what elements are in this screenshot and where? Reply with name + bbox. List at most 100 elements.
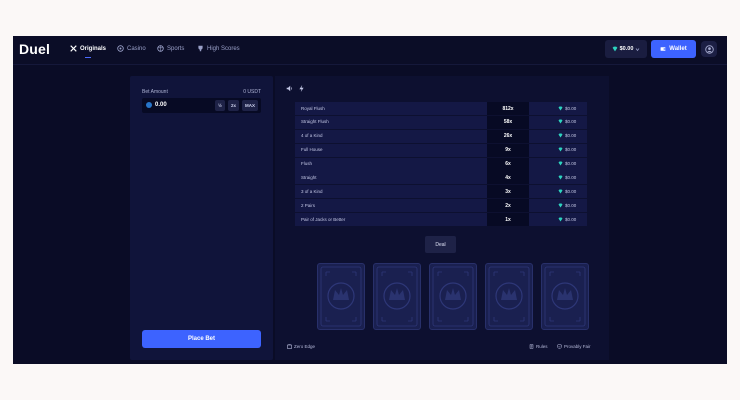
payout-value: $0.00 [565,119,577,125]
logo[interactable]: Duel [19,41,50,57]
hand-multiplier: 2x [487,199,529,213]
hand-name: 2 Pairs [301,202,316,208]
card-back-crown-icon [488,266,530,327]
bet-amount-input[interactable]: 0.00 ½ 2x MAX [142,98,261,113]
gem-icon [558,175,563,180]
balance-selector[interactable]: $0.00 [605,40,647,58]
user-icon [704,44,714,54]
nav-originals-label: Originals [80,45,107,52]
nav-casino[interactable]: Casino [117,45,146,52]
gem-icon [558,106,563,110]
hand-multiplier: 1x [487,213,529,227]
playing-card[interactable] [429,263,477,330]
balance-value: $0.00 [619,46,634,52]
payout-value: $0.00 [565,161,577,167]
bet-amount-label: Bet Amount [142,89,168,95]
card-back-crown-icon [432,266,474,327]
paytable-row: 4 of a Kind 26x $0.00 [295,129,587,143]
rules-label: Rules [536,344,548,349]
hand-multiplier: 6x [487,157,529,171]
hand-multiplier: 3x [487,185,529,199]
paytable-row: 2 Pairs 2x $0.00 [295,199,587,213]
hand-payout: $0.00 [558,161,576,166]
wallet-button[interactable]: Wallet [651,40,696,58]
deal-button[interactable]: Deal [425,236,456,253]
wallet-icon [660,47,666,51]
hand-multiplier: 812x [487,102,529,115]
hand-payout: $0.00 [558,189,576,194]
gem-icon [558,189,563,194]
payout-value: $0.00 [565,216,577,222]
app-window: Duel Originals Casino Sports High Scores… [13,36,727,364]
hand-multiplier: 26x [487,129,529,143]
hand-name: Full House [301,147,323,153]
hand-payout: $0.00 [558,106,576,111]
bet-amount-value: 0.00 [155,101,167,108]
gem-icon [558,147,563,152]
max-bet-button[interactable]: MAX [242,100,258,111]
sound-icon[interactable] [286,85,293,92]
paytable-row: Straight Flush 58x $0.00 [295,115,587,129]
card-back-crown-icon [376,266,418,327]
nav-originals[interactable]: Originals [70,45,106,52]
payout-value: $0.00 [565,202,577,208]
nav-casino-label: Casino [127,45,146,52]
payout-value: $0.00 [565,133,577,139]
hand-multiplier: 58x [487,115,529,129]
hand-payout: $0.00 [558,133,576,138]
payout-value: $0.00 [565,188,577,194]
gem-icon [558,161,563,166]
hand-name: 4 of a Kind [301,133,323,139]
paytable: Royal Flush 812x $0.00 Straight Flush 58x $0… [295,102,587,227]
nav-high-scores[interactable]: High Scores [197,45,240,52]
double-bet-button[interactable]: 2x [228,100,239,111]
bet-panel: Bet Amount 0 USDT 0.00 ½ 2x MAX Place Be… [130,76,273,360]
lightning-icon[interactable] [298,85,305,92]
hand-payout: $0.00 [558,175,576,180]
card-back-crown-icon [544,266,586,327]
hand-payout: $0.00 [558,147,576,152]
hand-name: Royal Flush [301,105,325,111]
nav-sports[interactable]: Sports [157,45,184,52]
playing-card[interactable] [485,263,533,330]
user-avatar[interactable] [701,41,717,57]
payout-value: $0.00 [565,105,577,111]
paytable-row: Straight 4x $0.00 [295,171,587,185]
provably-fair-link[interactable]: Provably Fair [557,344,591,349]
playing-card[interactable] [373,263,421,330]
provably-fair-label: Provably Fair [564,344,591,349]
bet-currency-value: 0 USDT [243,89,261,95]
ball-icon [157,45,164,52]
zero-edge-link[interactable]: Zero Edge [287,344,315,349]
cross-swords-icon [70,45,77,52]
game-panel: Royal Flush 812x $0.00 Straight Flush 58x $0… [275,76,609,360]
payout-value: $0.00 [565,147,577,153]
gem-icon [558,217,563,222]
hand-payout: $0.00 [558,203,576,208]
half-bet-button[interactable]: ½ [215,100,225,111]
card-back-crown-icon [320,266,362,327]
paytable-row: 3 of a Kind 3x $0.00 [295,185,587,199]
hand-name: Flush [301,161,313,167]
nav-high-scores-label: High Scores [207,45,240,52]
paytable-row: Full House 9x $0.00 [295,143,587,157]
hand-name: 3 of a Kind [301,188,323,194]
paytable-row: Flush 6x $0.00 [295,157,587,171]
gem-icon [558,119,563,124]
wallet-label: Wallet [669,46,687,52]
rules-link[interactable]: Rules [529,344,548,349]
chevron-down-icon [636,47,640,51]
shield-check-icon [557,344,562,349]
playing-card[interactable] [317,263,365,330]
casino-chip-icon [117,45,124,52]
vault-icon [287,344,292,349]
playing-card[interactable] [541,263,589,330]
hand-name: Straight Flush [301,119,329,125]
nav-sports-label: Sports [167,45,185,52]
rules-icon [529,344,534,349]
hand-payout: $0.00 [558,217,576,222]
place-bet-button[interactable]: Place Bet [142,330,261,348]
hand-name: Straight [301,174,317,180]
hand-payout: $0.00 [558,119,576,124]
top-bar: Duel Originals Casino Sports High Scores… [13,36,727,65]
